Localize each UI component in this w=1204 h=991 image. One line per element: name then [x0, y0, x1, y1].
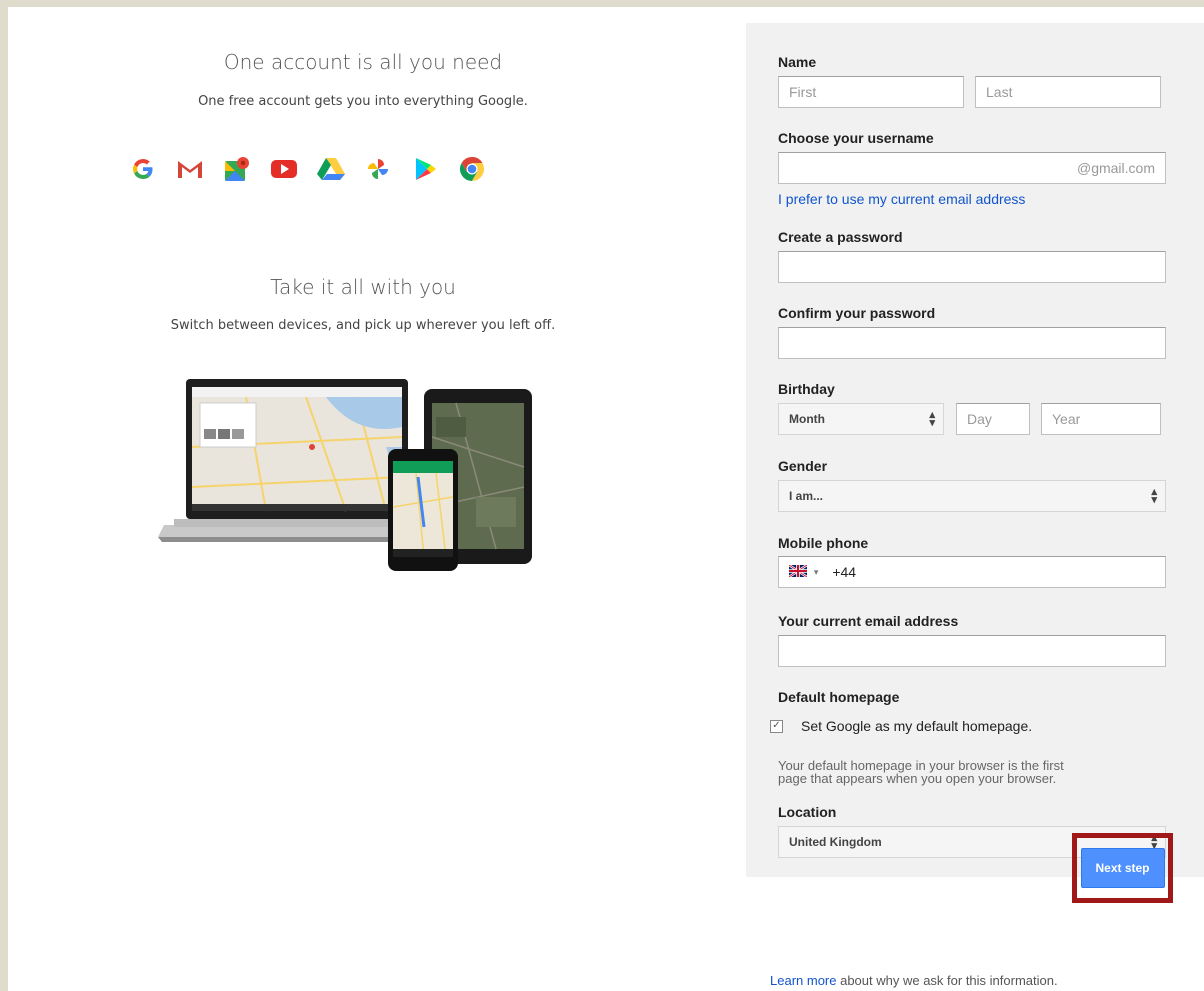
- promo-headline-devices: Take it all with you: [270, 275, 456, 299]
- first-name-input[interactable]: First: [778, 76, 964, 108]
- username-label: Choose your username: [778, 130, 934, 146]
- next-step-highlight: Next step: [1072, 833, 1173, 903]
- chrome-icon: [455, 152, 489, 186]
- google-products-icons: [126, 152, 489, 186]
- gmail-icon: [173, 152, 207, 186]
- gender-label: Gender: [778, 458, 828, 474]
- confirm-password-label: Confirm your password: [778, 305, 936, 321]
- mobile-phone-input[interactable]: ▾ +44: [778, 556, 1166, 588]
- photos-icon: [361, 152, 395, 186]
- location-value: United Kingdom: [789, 835, 882, 849]
- birthday-month-select[interactable]: Month ▴ ▾: [778, 403, 944, 435]
- current-email-input[interactable]: [778, 635, 1166, 667]
- prefer-current-email-link[interactable]: I prefer to use my current email address: [778, 191, 1025, 207]
- default-homepage-label: Default homepage: [778, 689, 900, 705]
- play-store-icon: [408, 152, 442, 186]
- current-email-label: Your current email address: [778, 613, 959, 629]
- birthday-day-input[interactable]: Day: [956, 403, 1030, 435]
- drive-icon: [314, 152, 348, 186]
- gender-value: I am...: [789, 489, 824, 503]
- learn-more-link[interactable]: Learn more: [770, 973, 836, 988]
- promo-headline-account: One account is all you need: [223, 50, 503, 74]
- select-arrows-icon: ▴ ▾: [929, 409, 935, 429]
- name-label: Name: [778, 54, 817, 70]
- last-name-input[interactable]: Last: [975, 76, 1161, 108]
- maps-icon: [220, 152, 254, 186]
- google-g-icon: [126, 152, 160, 186]
- mobile-phone-label: Mobile phone: [778, 535, 869, 551]
- country-dropdown-icon[interactable]: ▾: [814, 567, 819, 577]
- youtube-icon: [267, 152, 301, 186]
- location-label: Location: [778, 804, 837, 820]
- create-password-label: Create a password: [778, 229, 903, 245]
- promo-subline-devices: Switch between devices, and pick up wher…: [170, 318, 556, 333]
- month-value: Month: [789, 412, 825, 426]
- promo-subline-account: One free account gets you into everythin…: [198, 94, 528, 109]
- homepage-hint-line2: page that appears when you open your bro…: [778, 771, 1057, 786]
- birthday-label: Birthday: [778, 381, 835, 397]
- select-arrows-icon: ▴ ▾: [1151, 486, 1157, 506]
- homepage-checkbox[interactable]: ✓: [770, 719, 783, 733]
- footer-text: about why we ask for this information.: [836, 973, 1058, 988]
- confirm-password-input[interactable]: [778, 327, 1166, 359]
- gender-select[interactable]: I am... ▴ ▾: [778, 480, 1166, 512]
- password-input[interactable]: [778, 251, 1166, 283]
- homepage-checkbox-row[interactable]: ✓ Set Google as my default homepage.: [770, 718, 1032, 734]
- footer-info: Learn more about why we ask for this inf…: [770, 973, 1058, 988]
- birthday-year-input[interactable]: Year: [1041, 403, 1161, 435]
- uk-flag-icon[interactable]: [788, 564, 808, 579]
- devices-illustration: [156, 377, 536, 572]
- phone-country-code: +44: [832, 564, 857, 581]
- signup-form-panel: Name First Last Choose your username @gm…: [746, 23, 1204, 903]
- promo-column: One account is all you need One free acc…: [8, 7, 728, 991]
- username-input[interactable]: @gmail.com: [778, 152, 1166, 184]
- next-step-button[interactable]: Next step: [1080, 848, 1165, 888]
- gmail-suffix: @gmail.com: [1076, 160, 1155, 176]
- homepage-checkbox-label[interactable]: Set Google as my default homepage.: [801, 718, 1032, 734]
- signup-page: One account is all you need One free acc…: [8, 7, 1204, 991]
